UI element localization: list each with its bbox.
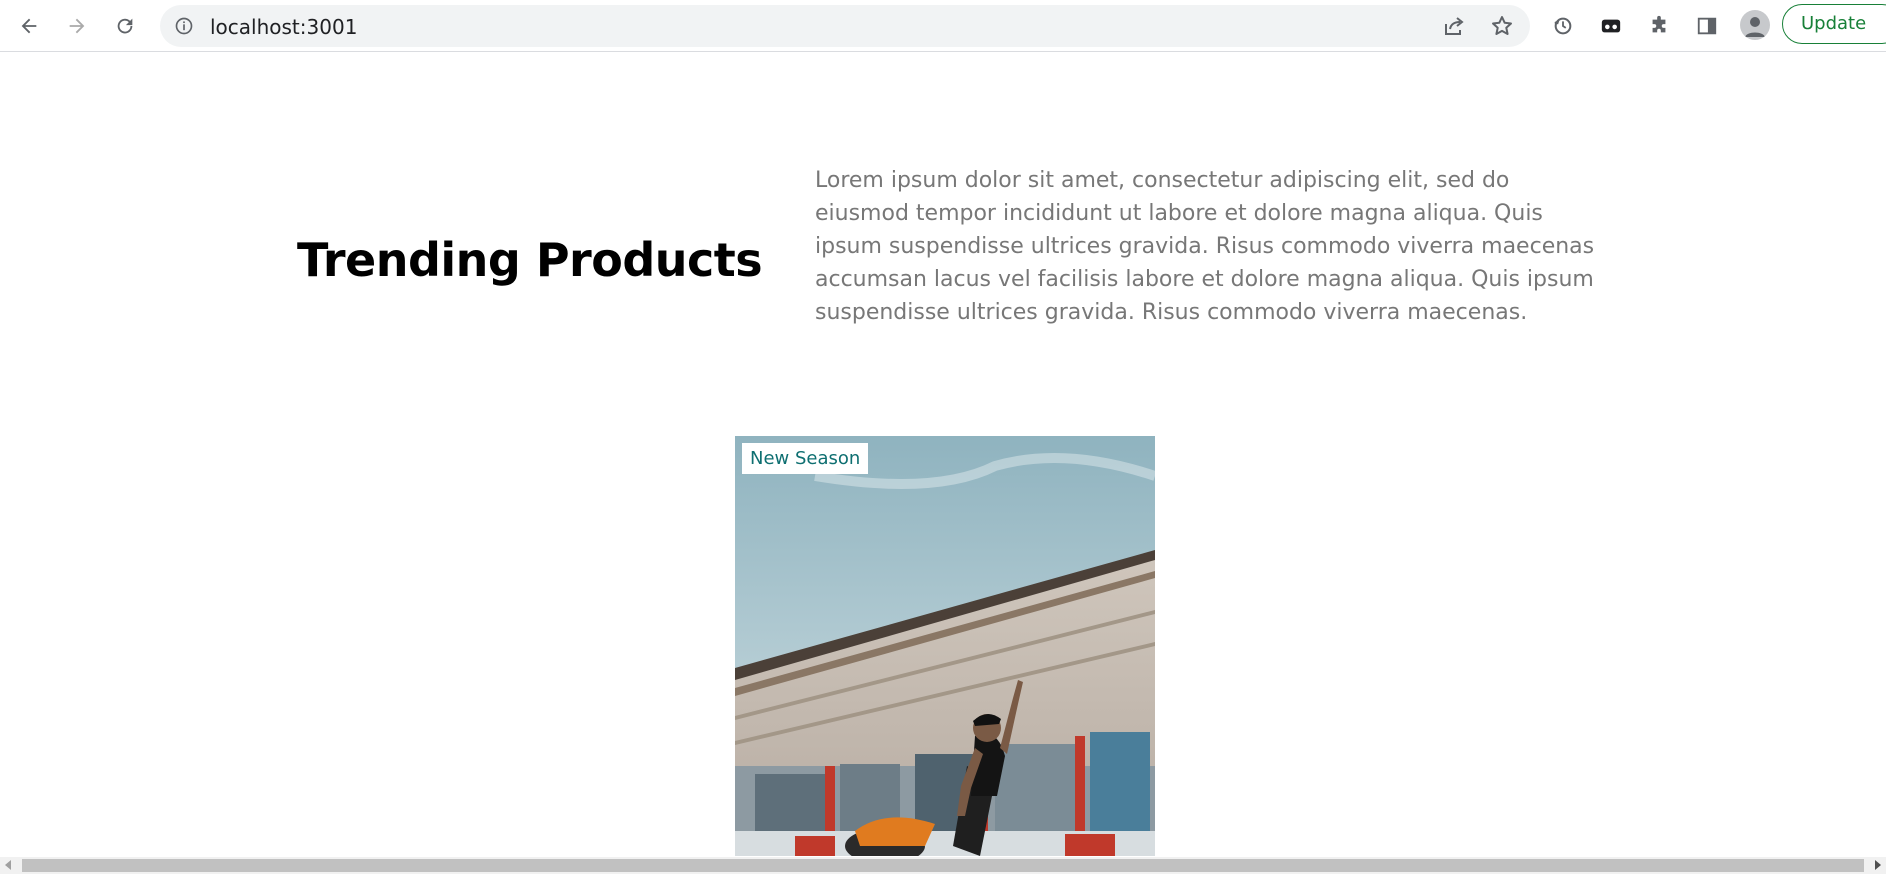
puzzle-icon <box>1652 15 1666 33</box>
tab-extension-button[interactable] <box>1593 8 1629 44</box>
section-description: Lorem ipsum dolor sit amet, consectetur … <box>815 168 1595 325</box>
extensions-button[interactable] <box>1641 8 1677 44</box>
forward-button[interactable] <box>59 8 95 44</box>
update-label: Update <box>1801 13 1867 34</box>
star-icon[interactable] <box>1490 14 1514 38</box>
reload-button[interactable] <box>107 8 143 44</box>
product-card[interactable]: New Season <box>735 436 1155 856</box>
side-panel-icon <box>1697 17 1717 35</box>
reload-icon <box>117 18 133 34</box>
browser-toolbar: localhost:3001 Update ⋮ <box>0 0 1886 52</box>
update-button[interactable]: Update ⋮ <box>1782 4 1886 44</box>
extension-tab-icon <box>1601 19 1621 33</box>
scroll-right-icon[interactable] <box>1875 860 1881 870</box>
scrollbar-thumb[interactable] <box>22 859 1864 872</box>
share-icon[interactable] <box>1442 14 1466 38</box>
back-arrow-icon <box>21 18 37 34</box>
sync-icon <box>1554 17 1572 35</box>
new-season-badge: New Season <box>742 443 869 474</box>
page-content: Trending Products Lorem ipsum dolor sit … <box>0 53 1886 857</box>
profile-avatar[interactable] <box>1740 10 1770 40</box>
side-panel-button[interactable] <box>1689 8 1725 44</box>
sync-extension-button[interactable] <box>1545 8 1581 44</box>
scroll-left-icon[interactable] <box>5 860 11 870</box>
address-bar[interactable]: localhost:3001 <box>160 5 1530 47</box>
horizontal-scrollbar[interactable] <box>0 857 1886 874</box>
info-icon[interactable] <box>174 16 194 36</box>
profile-icon <box>1745 17 1765 37</box>
back-button[interactable] <box>11 8 47 44</box>
page-title: Trending Products <box>297 233 763 287</box>
forward-arrow-icon <box>69 18 85 34</box>
product-image[interactable] <box>735 436 1155 856</box>
url-text[interactable]: localhost:3001 <box>210 15 357 39</box>
